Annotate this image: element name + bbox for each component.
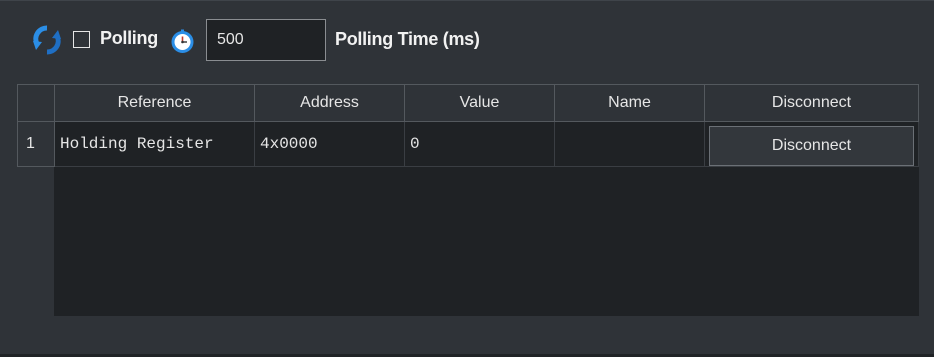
- column-header-value[interactable]: Value: [405, 84, 555, 122]
- toolbar: Polling Polling Time (ms): [32, 19, 632, 61]
- polling-time-input[interactable]: [206, 19, 326, 61]
- grid-corner[interactable]: [17, 84, 55, 122]
- polling-label: Polling: [100, 28, 158, 48]
- cell-reference[interactable]: Holding Register: [55, 122, 255, 167]
- polling-time-label: Polling Time (ms): [335, 29, 480, 49]
- disconnect-button[interactable]: Disconnect: [709, 126, 914, 166]
- column-header-disconnect[interactable]: Disconnect: [705, 84, 919, 122]
- timer-icon: [170, 29, 195, 54]
- cell-value[interactable]: 0: [405, 122, 555, 167]
- top-divider: [0, 0, 934, 1]
- polling-checkbox[interactable]: [73, 31, 90, 48]
- cell-name[interactable]: [555, 122, 705, 167]
- cell-address[interactable]: 4x0000: [255, 122, 405, 167]
- column-header-address[interactable]: Address: [255, 84, 405, 122]
- register-grid: Reference Address Value Name Disconnect …: [17, 84, 919, 316]
- refresh-icon[interactable]: [32, 24, 62, 56]
- row-header[interactable]: 1: [17, 122, 55, 167]
- column-header-name[interactable]: Name: [555, 84, 705, 122]
- column-header-reference[interactable]: Reference: [55, 84, 255, 122]
